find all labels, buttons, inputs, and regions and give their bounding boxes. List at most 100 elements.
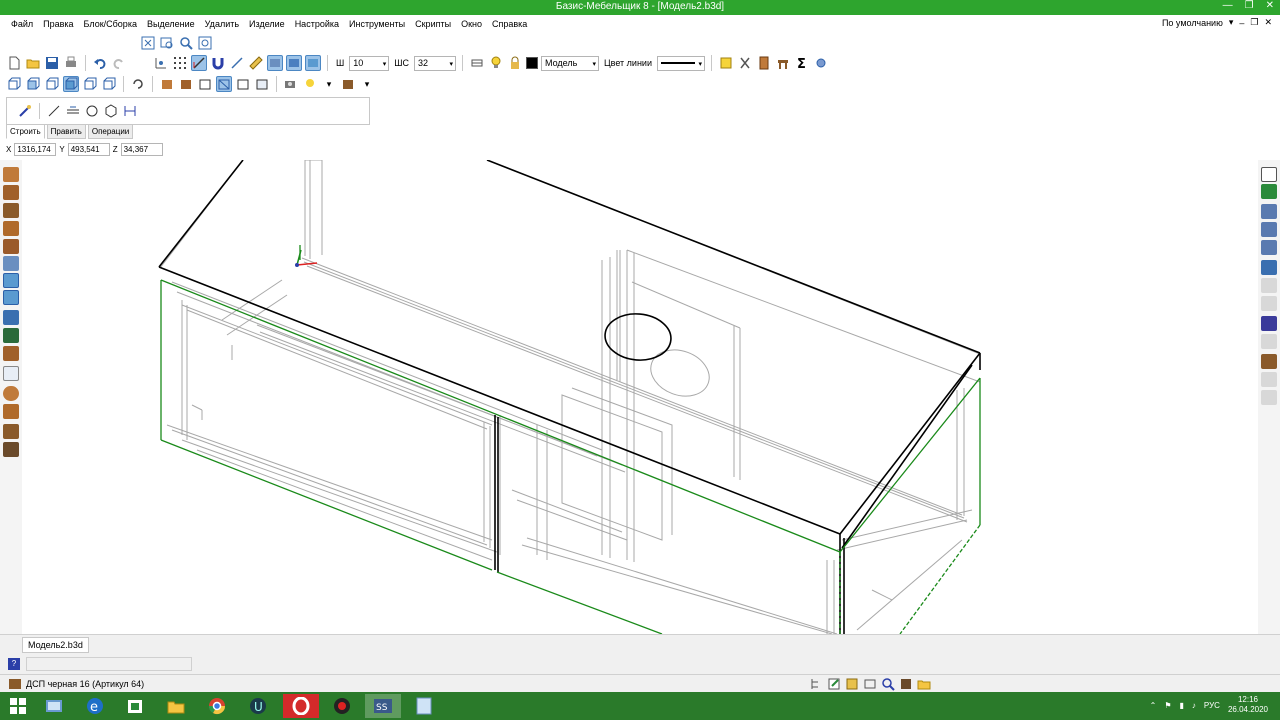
panel-array-icon[interactable] — [3, 256, 19, 271]
table-icon[interactable] — [775, 55, 791, 71]
assembly-icon[interactable] — [3, 442, 19, 457]
rotate-icon[interactable] — [130, 76, 146, 92]
menu-settings[interactable]: Настройка — [290, 19, 344, 29]
edge-band-icon[interactable] — [1261, 204, 1277, 219]
mdi-minimize-button[interactable]: – — [1239, 18, 1244, 28]
panel-frontal-icon[interactable] — [3, 203, 19, 218]
camera-icon[interactable] — [283, 76, 299, 92]
lock-icon[interactable] — [507, 55, 523, 71]
magnet-icon[interactable] — [210, 55, 226, 71]
print-icon[interactable] — [63, 55, 79, 71]
undo-icon[interactable] — [92, 55, 108, 71]
open-folder-icon[interactable] — [25, 55, 41, 71]
edge-band-add-icon[interactable] — [1261, 222, 1277, 237]
explorer-icon[interactable] — [36, 694, 72, 718]
tab-build[interactable]: Строить — [6, 124, 45, 139]
menu-scripts[interactable]: Скрипты — [410, 19, 456, 29]
profile-icon[interactable] — [3, 310, 19, 325]
chevron-down-icon[interactable]: ▾ — [359, 76, 375, 92]
line-style-combo[interactable]: ▾ — [656, 55, 705, 71]
zoom-extents-icon[interactable] — [140, 35, 156, 51]
cabinet-icon[interactable] — [756, 55, 772, 71]
texture-icon[interactable] — [1261, 316, 1277, 331]
window-icon[interactable] — [1261, 167, 1277, 182]
files-icon[interactable] — [158, 694, 194, 718]
menu-help[interactable]: Справка — [487, 19, 532, 29]
spec-icon[interactable] — [844, 676, 860, 692]
dimension-tool-icon[interactable] — [122, 103, 138, 119]
menu-block[interactable]: Блок/Сборка — [79, 19, 142, 29]
chrome-icon[interactable] — [199, 694, 235, 718]
app-red-icon[interactable] — [324, 694, 360, 718]
box-icon[interactable] — [3, 424, 19, 439]
view-iso-icon[interactable] — [63, 76, 79, 92]
redo-icon[interactable] — [111, 55, 127, 71]
flag-icon[interactable]: ⚑ — [1164, 701, 1171, 710]
folder-icon[interactable] — [916, 676, 932, 692]
view-right-icon[interactable] — [82, 76, 98, 92]
view-left-icon[interactable] — [44, 76, 60, 92]
menu-file[interactable]: Файл — [6, 19, 38, 29]
groove-icon[interactable] — [1261, 260, 1277, 275]
settings-icon[interactable] — [813, 55, 829, 71]
mdi-restore-button[interactable]: ❐ — [1250, 17, 1258, 28]
help-icon[interactable]: ? — [8, 658, 20, 670]
sphere-icon[interactable] — [3, 386, 19, 401]
object-list-icon[interactable] — [862, 676, 878, 692]
ortho-icon[interactable] — [191, 55, 207, 71]
hardware-icon[interactable] — [1261, 354, 1277, 369]
build-wizard-icon[interactable] — [17, 103, 33, 119]
pyramid-icon[interactable] — [3, 404, 19, 419]
model-viewport[interactable] — [22, 160, 1258, 634]
edge-band-remove-icon[interactable] — [1261, 240, 1277, 255]
render-shaded-icon[interactable] — [178, 76, 194, 92]
ruler-icon[interactable] — [248, 55, 264, 71]
view-back-icon[interactable] — [101, 76, 117, 92]
materials-icon[interactable] — [340, 76, 356, 92]
notes-icon[interactable] — [718, 55, 734, 71]
save-icon[interactable] — [44, 55, 60, 71]
render-solid-icon[interactable] — [159, 76, 175, 92]
volume-icon[interactable]: ♪ — [1192, 701, 1196, 710]
menu-delete[interactable]: Удалить — [200, 19, 244, 29]
calc-icon[interactable] — [406, 694, 442, 718]
wireframe-model[interactable] — [22, 160, 1258, 634]
panel-horizontal-icon[interactable] — [3, 167, 19, 182]
grid-icon[interactable] — [172, 55, 188, 71]
start-icon[interactable] — [0, 694, 36, 718]
panel-vertical-icon[interactable] — [3, 185, 19, 200]
minimize-button[interactable]: — — [1223, 0, 1233, 11]
snap-edge-icon[interactable] — [286, 55, 302, 71]
zoom-previous-icon[interactable] — [197, 35, 213, 51]
opera-icon[interactable] — [283, 694, 319, 718]
chevron-down-icon[interactable]: ▾ — [321, 76, 337, 92]
zoom-icon[interactable] — [178, 35, 194, 51]
render-hidden-icon[interactable] — [197, 76, 213, 92]
sigma-icon[interactable]: Σ — [794, 55, 810, 71]
network-icon[interactable]: ▮ — [1180, 701, 1184, 710]
snap-point-icon[interactable] — [267, 55, 283, 71]
edge-icon[interactable]: e — [77, 694, 113, 718]
menu-window[interactable]: Окно — [456, 19, 487, 29]
snap-step-combo[interactable]: 32 ▾ — [414, 55, 456, 71]
bazis-icon[interactable]: SS — [365, 694, 401, 718]
view-front-icon[interactable] — [6, 76, 22, 92]
divider-horizontal-icon[interactable] — [3, 290, 19, 305]
render-outline-icon[interactable] — [235, 76, 251, 92]
y-field[interactable]: 493,541 — [67, 143, 110, 156]
tree-icon[interactable] — [808, 676, 824, 692]
lightbulb-icon[interactable] — [488, 55, 504, 71]
line-tool-icon[interactable] — [46, 103, 62, 119]
edit-list-icon[interactable] — [826, 676, 842, 692]
new-file-icon[interactable] — [6, 55, 22, 71]
z-field[interactable]: 34,367 — [120, 143, 163, 156]
measure-line-icon[interactable] — [229, 55, 245, 71]
component-icon[interactable] — [1261, 184, 1277, 199]
divider-vertical-icon[interactable] — [3, 273, 19, 288]
circle-tool-icon[interactable] — [84, 103, 100, 119]
store-icon[interactable] — [117, 694, 153, 718]
render-wireframe-icon[interactable] — [216, 76, 232, 92]
panel-bent-icon[interactable] — [3, 239, 19, 254]
menu-tools[interactable]: Инструменты — [344, 19, 410, 29]
width-combo[interactable]: 10 ▾ — [349, 55, 390, 71]
